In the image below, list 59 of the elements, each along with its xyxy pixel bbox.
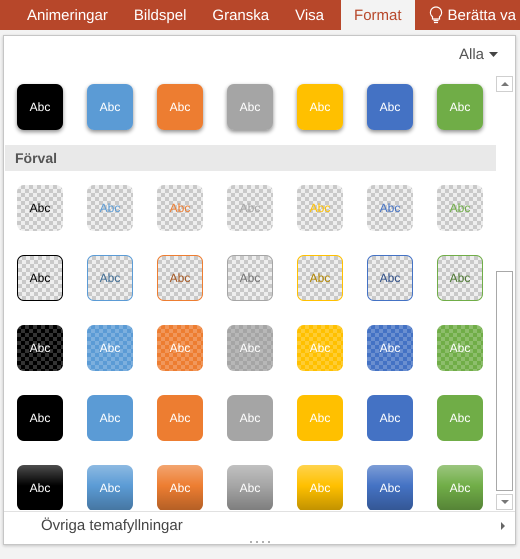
style-swatch[interactable]: Abc [437, 254, 483, 301]
ribbon-tab[interactable]: Animeringar [14, 0, 121, 30]
filter-dropdown[interactable]: Alla [458, 46, 498, 66]
style-swatch[interactable]: Abc [367, 254, 413, 301]
style-swatch[interactable]: Abc [437, 394, 483, 441]
style-swatch[interactable]: Abc [17, 464, 63, 510]
style-swatch[interactable]: Abc [17, 184, 63, 231]
style-swatch[interactable]: Abc [297, 324, 343, 371]
style-swatch[interactable]: Abc [17, 84, 63, 130]
style-swatch[interactable]: Abc [227, 464, 273, 510]
ribbon-tab[interactable]: Bildspel [120, 0, 200, 30]
style-swatch[interactable]: Abc [227, 254, 273, 301]
style-swatch[interactable]: Abc [297, 464, 343, 510]
style-swatch[interactable]: Abc [157, 464, 203, 510]
style-swatch[interactable]: Abc [87, 254, 133, 301]
style-swatch[interactable]: Abc [227, 324, 273, 371]
style-swatch[interactable]: Abc [367, 84, 413, 130]
style-swatch[interactable]: Abc [157, 394, 203, 441]
down-arrow-icon [500, 500, 508, 504]
style-swatch[interactable]: Abc [157, 324, 203, 371]
style-swatch[interactable]: Abc [297, 254, 343, 301]
style-swatch[interactable]: Abc [157, 254, 203, 301]
ribbon-tab[interactable]: Format [341, 0, 415, 30]
scroll-up-button[interactable] [496, 76, 513, 92]
caret-icon [489, 52, 498, 57]
style-swatch[interactable]: Abc [367, 324, 413, 371]
section-header: Förval [5, 144, 496, 171]
ribbon-tab[interactable]: Visa [282, 0, 338, 30]
style-swatch[interactable]: Abc [227, 84, 273, 130]
ribbon-tab[interactable]: Granska [199, 0, 282, 30]
style-swatch[interactable]: Abc [157, 84, 203, 130]
style-swatch[interactable]: Abc [297, 394, 343, 441]
style-swatch[interactable]: Abc [227, 184, 273, 231]
up-arrow-icon [500, 82, 508, 86]
style-swatch[interactable]: Abc [437, 324, 483, 371]
style-swatch[interactable]: Abc [157, 184, 203, 231]
resize-grip-icon[interactable] [250, 541, 270, 544]
style-swatch[interactable]: Abc [437, 464, 483, 510]
style-swatch[interactable]: Abc [367, 184, 413, 231]
style-swatch[interactable]: Abc [437, 84, 483, 130]
style-swatch[interactable]: Abc [87, 464, 133, 510]
scroll-down-button[interactable] [496, 494, 513, 510]
submenu-arrow-icon [501, 522, 505, 530]
style-swatch[interactable]: Abc [17, 254, 63, 301]
style-swatch[interactable]: Abc [87, 84, 133, 130]
style-swatch[interactable]: Abc [297, 84, 343, 130]
style-swatch[interactable]: Abc [437, 184, 483, 231]
style-swatch[interactable]: Abc [17, 324, 63, 371]
lightbulb-icon [428, 6, 443, 24]
more-fills-menu-item[interactable]: Övriga temafyllningar [4, 510, 515, 540]
style-swatch[interactable]: Abc [87, 184, 133, 231]
style-swatch[interactable]: Abc [367, 464, 413, 510]
style-swatch[interactable]: Abc [17, 394, 63, 441]
style-swatch[interactable]: Abc [227, 394, 273, 441]
style-swatch[interactable]: Abc [87, 324, 133, 371]
style-swatch[interactable]: Abc [367, 394, 413, 441]
scrollbar-thumb[interactable] [496, 270, 513, 491]
tell-me-field[interactable]: Berätta va [418, 0, 520, 30]
style-swatch[interactable]: Abc [87, 394, 133, 441]
